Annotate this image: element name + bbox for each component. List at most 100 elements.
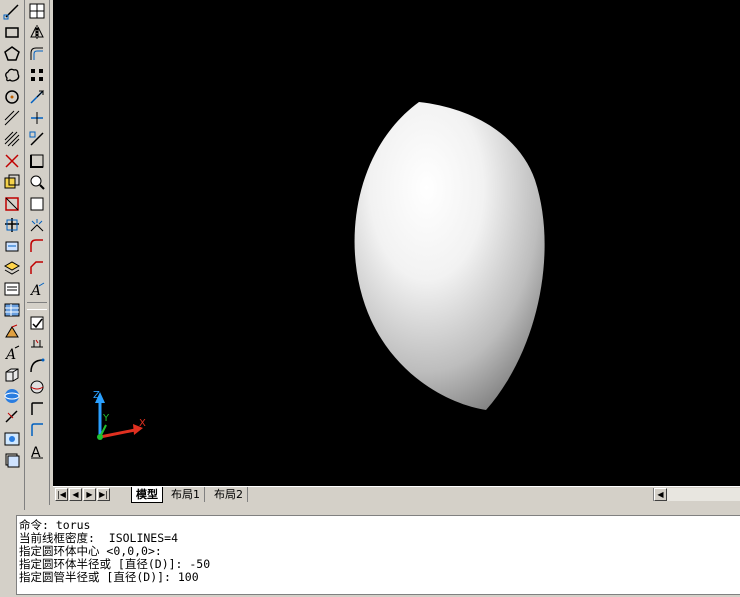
fillet-icon <box>30 239 43 253</box>
offset-icon <box>30 47 43 60</box>
command-window-grip[interactable] <box>0 515 17 595</box>
table-tool-button[interactable] <box>1 300 23 320</box>
edit-text-icon <box>30 316 44 330</box>
grid-icon <box>29 3 45 19</box>
revcloud-tool-button[interactable] <box>1 65 23 85</box>
render-tool-button[interactable] <box>1 429 23 449</box>
prev-tab-button[interactable]: ◀ <box>69 488 82 501</box>
layout-tab-bar: |◀ ◀ ▶ ▶| 模型 布局1 布局2 ◀ <box>53 486 740 503</box>
rectangle-icon <box>5 27 19 39</box>
erase-icon <box>5 154 19 168</box>
command-line: 指定圆管半径或 [直径(D)]: 100 <box>19 570 199 584</box>
scale-tool-button[interactable] <box>26 151 48 171</box>
construction-line-icon <box>4 110 20 126</box>
tab-layout2[interactable]: 布局2 <box>210 487 248 502</box>
properties-tool-button[interactable] <box>1 279 23 299</box>
horizontal-scrollbar[interactable]: ◀ <box>653 488 740 501</box>
leader-icon <box>31 423 43 437</box>
copy-icon <box>4 174 20 189</box>
erase-tool-button[interactable] <box>1 151 23 171</box>
pan-icon <box>30 197 44 211</box>
circle-tool-button[interactable] <box>1 87 23 107</box>
pan-tool-button[interactable] <box>26 194 48 214</box>
zoom-icon <box>30 175 45 190</box>
trim-tool-button[interactable] <box>1 194 23 214</box>
model-viewport[interactable]: Z Y X <box>53 0 740 486</box>
trim-icon <box>5 196 19 211</box>
mirror-tool-button[interactable] <box>26 22 48 42</box>
layer-icon <box>3 261 21 275</box>
insert-block-tool-button[interactable] <box>1 236 23 256</box>
measure-tool-button[interactable] <box>1 407 23 427</box>
circle-icon <box>5 89 19 104</box>
line-tool-button[interactable] <box>1 1 23 21</box>
multiline-text-tool-button[interactable]: A <box>26 279 48 299</box>
ucs-z-label: Z <box>93 390 100 401</box>
mirror-icon <box>30 25 44 40</box>
stretch-tool-button[interactable] <box>26 129 48 149</box>
command-history[interactable]: 命令: torus 当前线框密度: ISOLINES=4 指定圆环体中心 <0,… <box>16 515 740 595</box>
layer-tool-button[interactable] <box>1 258 23 278</box>
scale-icon <box>30 154 44 168</box>
rotate-tool-button[interactable] <box>26 108 48 128</box>
edit-text-tool-button[interactable] <box>26 313 48 333</box>
dimension-tool-button[interactable] <box>26 334 48 354</box>
hatch-icon <box>4 131 20 147</box>
explode-tool-button[interactable] <box>26 215 48 235</box>
angle-tool-button[interactable] <box>26 399 48 419</box>
tab-model[interactable]: 模型 <box>131 487 163 503</box>
move-tool-button[interactable] <box>26 87 48 107</box>
text-style-icon: A <box>4 345 20 362</box>
ucs-y-label: Y <box>102 413 110 424</box>
fillet-tool-button[interactable] <box>26 236 48 256</box>
hatch-tool-button[interactable] <box>1 129 23 149</box>
rotate-icon <box>31 111 43 124</box>
model-canvas: Z Y X <box>93 102 545 440</box>
last-tab-button[interactable]: ▶| <box>97 488 110 501</box>
tab-layout1[interactable]: 布局1 <box>167 487 205 502</box>
move-icon <box>30 90 45 104</box>
properties-icon <box>4 282 20 296</box>
chamfer-tool-button[interactable] <box>26 258 48 278</box>
zoom-tool-button[interactable] <box>26 172 48 192</box>
table-icon <box>4 303 20 317</box>
leader-tool-button[interactable] <box>26 420 48 440</box>
command-prompt-input[interactable] <box>19 584 740 597</box>
ucs-icon: Z Y X <box>93 390 146 440</box>
text-style-tool-button[interactable]: A <box>1 343 23 363</box>
dimension-icon <box>31 340 43 348</box>
sphere-3d-icon <box>4 389 20 404</box>
box-3d-tool-button[interactable] <box>1 365 23 385</box>
match-properties-tool-button[interactable] <box>1 322 23 342</box>
chamfer-icon <box>30 260 43 274</box>
box-3d-icon <box>5 368 19 382</box>
arc-tool-button[interactable] <box>26 356 48 376</box>
modify-toolbar: AA <box>25 0 50 505</box>
sphere-3d-tool-button[interactable] <box>1 386 23 406</box>
stretch-icon <box>29 131 44 146</box>
arc-icon <box>30 358 45 372</box>
explode-icon <box>30 218 44 232</box>
torus-solid[interactable] <box>354 102 545 410</box>
array-icon <box>31 69 43 82</box>
rectangle-tool-button[interactable] <box>1 22 23 42</box>
scroll-left-button[interactable]: ◀ <box>654 488 667 501</box>
array-tool-button[interactable] <box>26 65 48 85</box>
offset-tool-button[interactable] <box>26 44 48 64</box>
copy-tool-button[interactable] <box>1 172 23 192</box>
extend-tool-button[interactable] <box>1 215 23 235</box>
polygon-icon <box>4 45 20 61</box>
first-tab-button[interactable]: |◀ <box>55 488 68 501</box>
sphere-tool-button[interactable] <box>26 377 48 397</box>
render-icon <box>4 432 20 446</box>
grid-tool-button[interactable] <box>26 1 48 21</box>
multiline-text-a-tool-button[interactable]: A <box>26 441 48 461</box>
view-cube-icon <box>5 453 20 468</box>
construction-line-tool-button[interactable] <box>1 108 23 128</box>
polygon-tool-button[interactable] <box>1 44 23 64</box>
match-properties-icon <box>5 324 19 338</box>
measure-icon <box>5 410 18 423</box>
next-tab-button[interactable]: ▶ <box>83 488 96 501</box>
view-cube-tool-button[interactable] <box>1 450 23 470</box>
multiline-text-icon: A <box>29 282 45 298</box>
